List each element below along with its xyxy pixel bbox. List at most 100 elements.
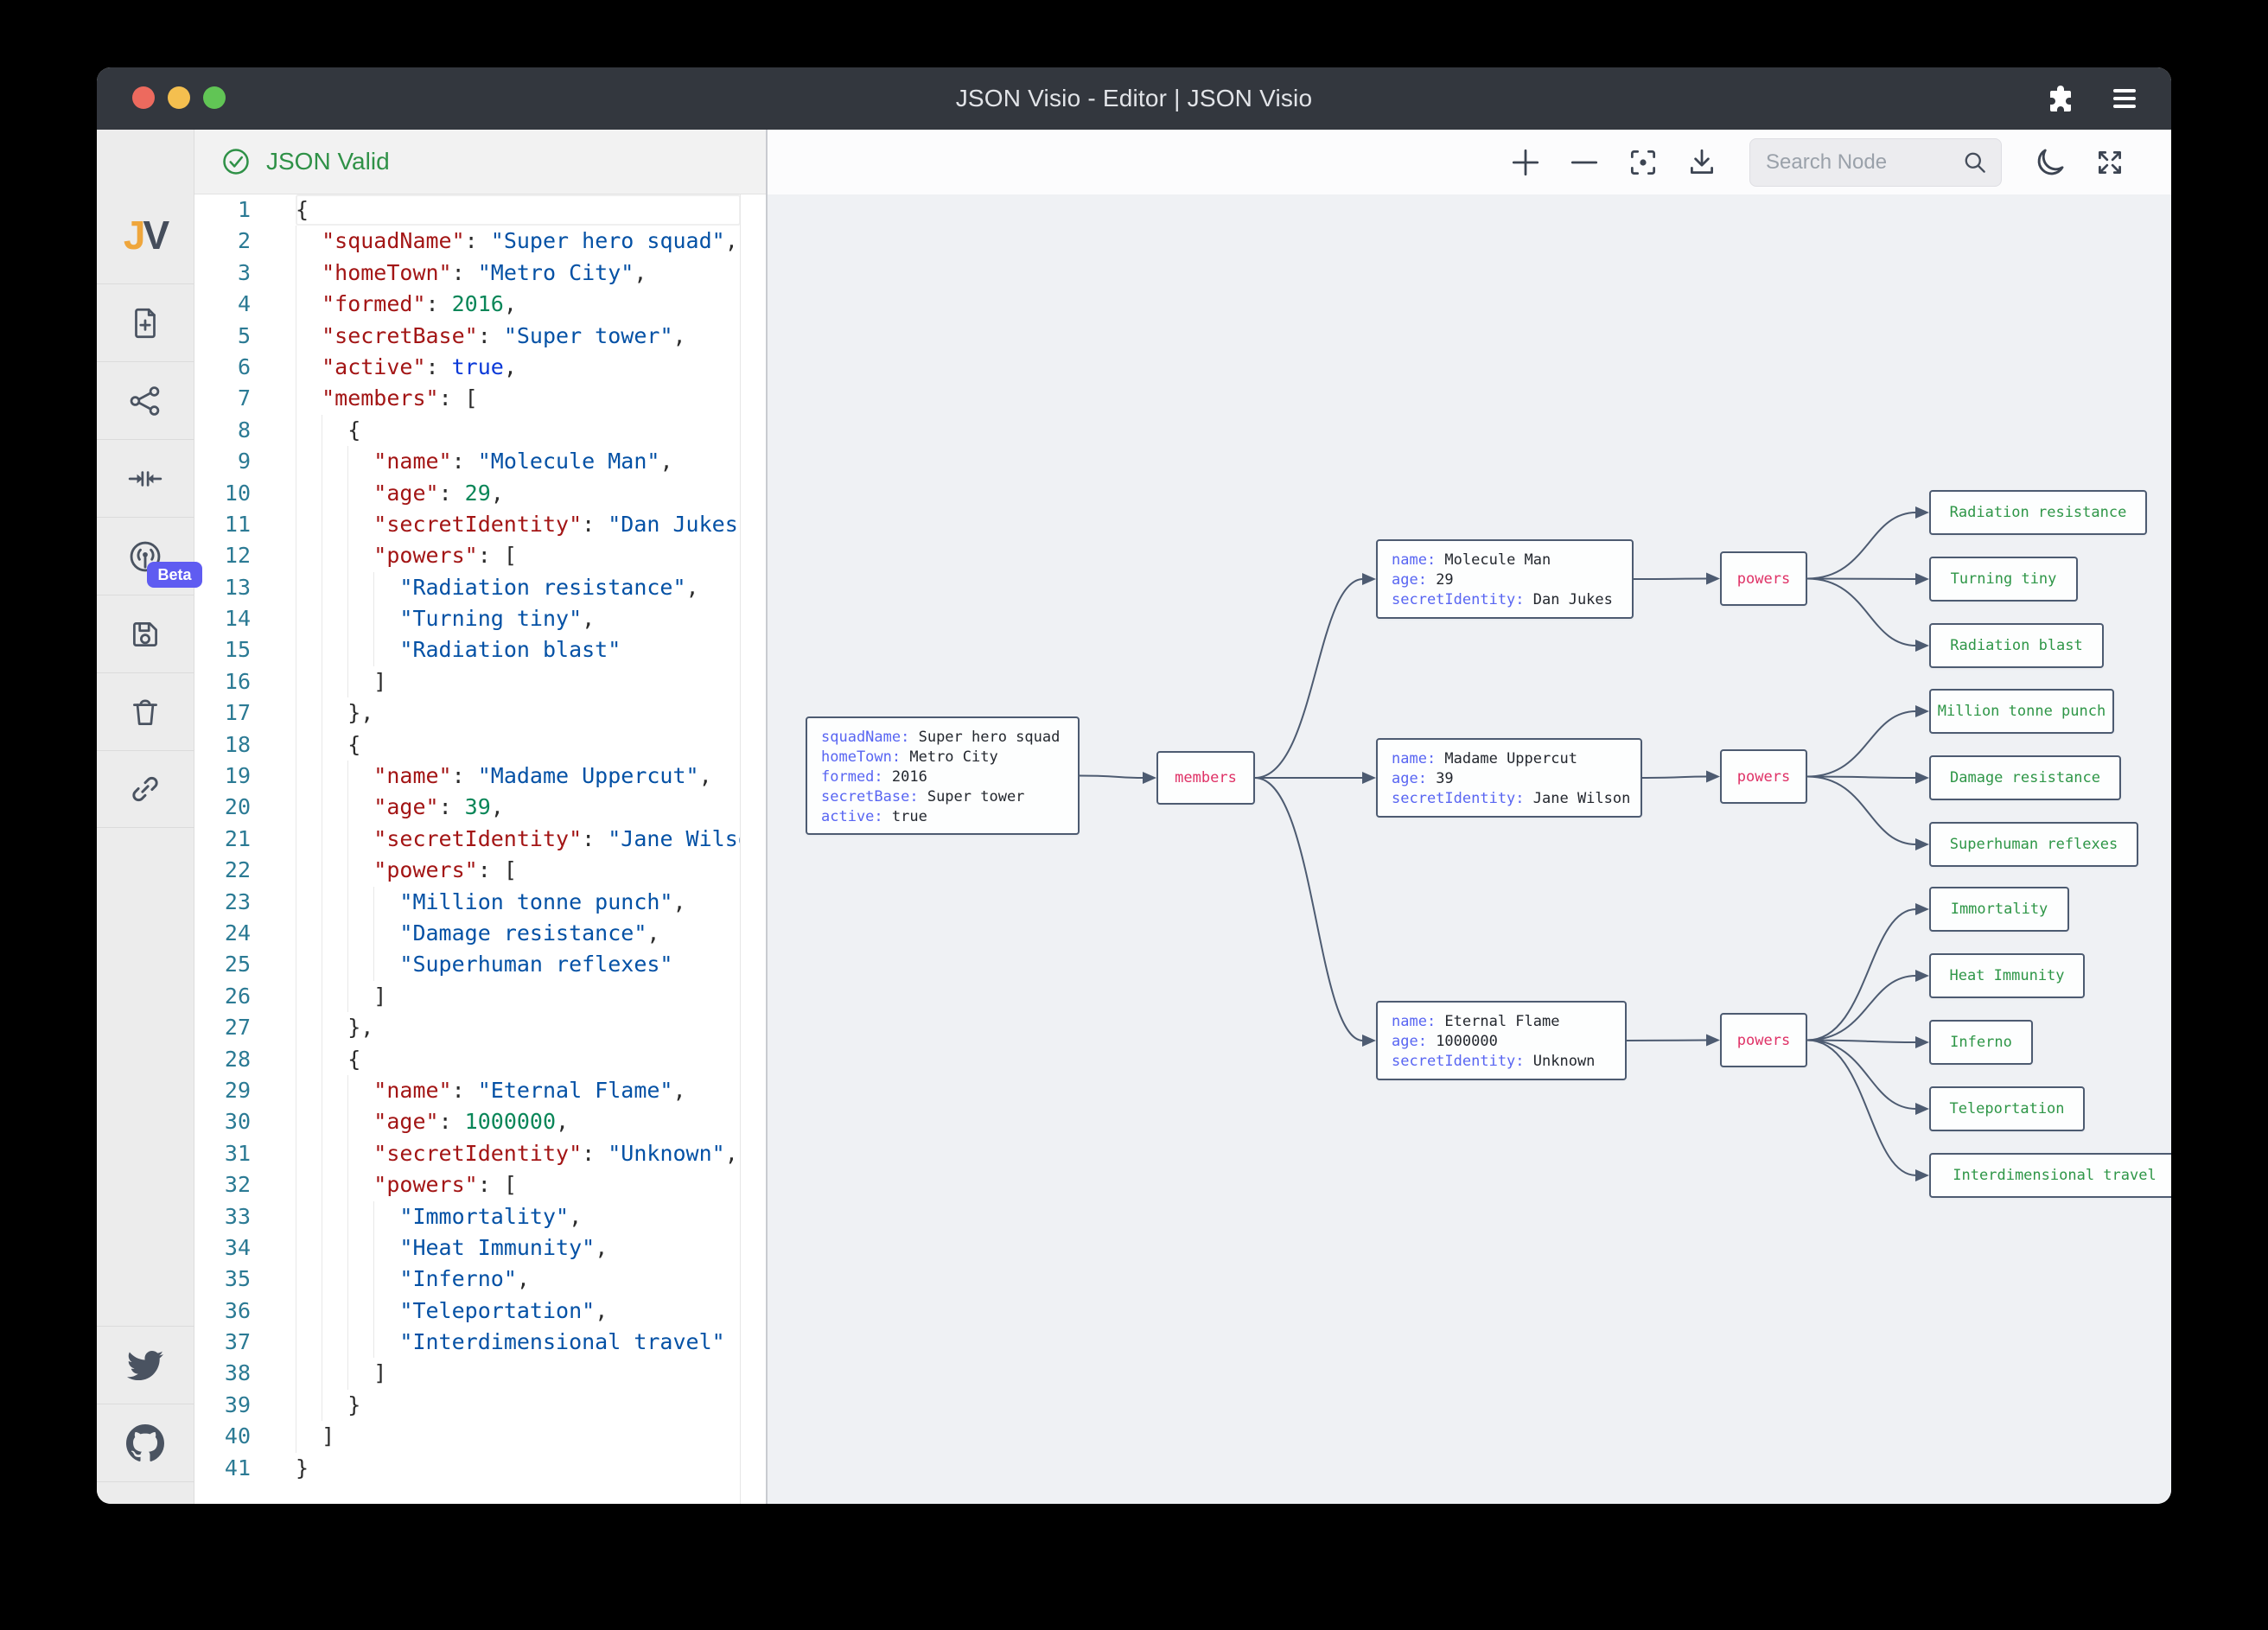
graph-node-l5[interactable]: Damage resistance (1929, 755, 2121, 800)
graph-edge (1807, 777, 1916, 845)
edge-arrowhead (1915, 640, 1929, 652)
editor-line: 34"Heat Immunity", (194, 1232, 766, 1264)
center-view-button[interactable] (97, 439, 194, 517)
editor-line: 39} (194, 1390, 766, 1421)
node-value: 2016 (892, 768, 927, 786)
node-label: Damage resistance (1950, 769, 2100, 786)
node-row: secretIdentity: Unknown (1392, 1052, 1611, 1072)
graph-node-l8[interactable]: Heat Immunity (1929, 953, 2085, 998)
line-number: 29 (194, 1075, 296, 1106)
trash-icon (127, 694, 163, 730)
line-number: 11 (194, 509, 296, 540)
node-key: name: (1392, 750, 1444, 767)
editor-line: 10"age": 29, (194, 478, 766, 509)
line-number: 8 (194, 415, 296, 446)
hamburger-menu-icon (2109, 83, 2140, 114)
zoom-in-button[interactable] (1509, 146, 1542, 179)
editor-line: 40] (194, 1421, 766, 1452)
center-focus-button[interactable] (1627, 146, 1660, 179)
editor-line: 12"powers": [ (194, 540, 766, 571)
edge-arrowhead (1706, 1035, 1720, 1047)
extensions-button[interactable] (2045, 83, 2076, 114)
editor-line: 17}, (194, 697, 766, 729)
twitter-link[interactable] (97, 1326, 194, 1404)
new-document-button[interactable] (97, 283, 194, 361)
graph-node-l9[interactable]: Inferno (1929, 1020, 2033, 1065)
editor-line: 27}, (194, 1012, 766, 1043)
search-node-input[interactable] (1750, 150, 1945, 175)
graph-node-m1[interactable]: name: Molecule Manage: 29secretIdentity:… (1376, 539, 1634, 619)
node-row: secretBase: Super tower (821, 787, 1064, 807)
dark-mode-toggle[interactable] (2033, 145, 2067, 180)
graph-canvas[interactable]: squadName: Super hero squadhomeTown: Met… (766, 130, 2171, 1504)
graph-node-l4[interactable]: Million tonne punch (1929, 689, 2114, 734)
line-number: 41 (194, 1453, 296, 1484)
graph-node-l3[interactable]: Radiation blast (1929, 623, 2104, 668)
browser-menu-button[interactable] (2109, 83, 2140, 114)
graph-node-p3[interactable]: powers (1720, 1013, 1807, 1067)
graph-node-m2[interactable]: name: Madame Uppercutage: 39secretIdenti… (1376, 738, 1642, 818)
logo-letter-v: V (143, 212, 167, 258)
titlebar: JSON Visio - Editor | JSON Visio (97, 67, 2171, 130)
logo-letter-j: J (124, 212, 143, 258)
graph-node-l7[interactable]: Immortality (1929, 887, 2069, 932)
graph-node-p1[interactable]: powers (1720, 551, 1807, 606)
node-label: Inferno (1950, 1034, 2012, 1051)
download-icon (1685, 146, 1718, 179)
sponsor-link[interactable] (97, 1481, 194, 1504)
node-label: powers (1737, 768, 1790, 786)
graph-node-l11[interactable]: Interdimensional travel (1929, 1153, 2171, 1198)
editor-line: 32"powers": [ (194, 1169, 766, 1200)
node-row: age: 1000000 (1392, 1032, 1611, 1052)
node-key: secretIdentity: (1392, 790, 1533, 807)
graph-node-members[interactable]: members (1156, 751, 1255, 805)
graph-edge (1634, 579, 1707, 580)
search-node-box (1749, 138, 2002, 187)
graph-edge (1807, 711, 1916, 777)
editor-line: 16] (194, 666, 766, 697)
graph-node-l6[interactable]: Superhuman reflexes (1929, 822, 2138, 867)
graph-node-l10[interactable]: Teleportation (1929, 1086, 2085, 1131)
node-row: formed: 2016 (821, 767, 1064, 787)
node-value: true (892, 808, 927, 825)
line-number: 24 (194, 918, 296, 949)
line-number: 35 (194, 1264, 296, 1295)
graph-edge (1807, 909, 1916, 1041)
visualize-graph-button[interactable] (97, 361, 194, 439)
node-label: Million tonne punch (1938, 703, 2106, 720)
line-number: 20 (194, 792, 296, 823)
node-label: powers (1737, 570, 1790, 588)
edge-arrowhead (1706, 771, 1720, 783)
node-label: Interdimensional travel (1953, 1167, 2156, 1184)
fullscreen-button[interactable] (2093, 146, 2126, 179)
edge-arrowhead (1915, 1103, 1929, 1115)
line-number: 40 (194, 1421, 296, 1452)
code-editor[interactable]: 1{2"squadName": "Super hero squad",3"hom… (194, 194, 766, 1504)
app-logo[interactable]: JV (97, 192, 194, 278)
line-number: 37 (194, 1327, 296, 1358)
graph-node-m3[interactable]: name: Eternal Flameage: 1000000secretIde… (1376, 1001, 1627, 1080)
editor-line: 21"secretIdentity": "Jane Wilson", (194, 824, 766, 855)
download-image-button[interactable] (1685, 146, 1718, 179)
line-number: 13 (194, 572, 296, 603)
graph-node-root[interactable]: squadName: Super hero squadhomeTown: Met… (806, 716, 1080, 835)
line-number: 39 (194, 1390, 296, 1421)
line-number: 16 (194, 666, 296, 697)
save-button[interactable] (97, 595, 194, 672)
github-link[interactable] (97, 1404, 194, 1481)
github-icon (126, 1424, 164, 1462)
share-link-button[interactable] (97, 750, 194, 828)
zoom-out-button[interactable] (1568, 146, 1601, 179)
editor-line: 8{ (194, 415, 766, 446)
graph-node-l1[interactable]: Radiation resistance (1929, 490, 2147, 535)
edge-arrowhead (1915, 970, 1929, 982)
edge-arrowhead (1915, 838, 1929, 850)
line-number: 9 (194, 446, 296, 477)
minus-icon (1568, 146, 1601, 179)
node-key: age: (1392, 1033, 1436, 1050)
node-key: age: (1392, 571, 1436, 589)
graph-node-l2[interactable]: Turning tiny (1929, 557, 2078, 602)
graph-node-p2[interactable]: powers (1720, 749, 1807, 804)
line-number: 25 (194, 949, 296, 980)
delete-button[interactable] (97, 672, 194, 750)
